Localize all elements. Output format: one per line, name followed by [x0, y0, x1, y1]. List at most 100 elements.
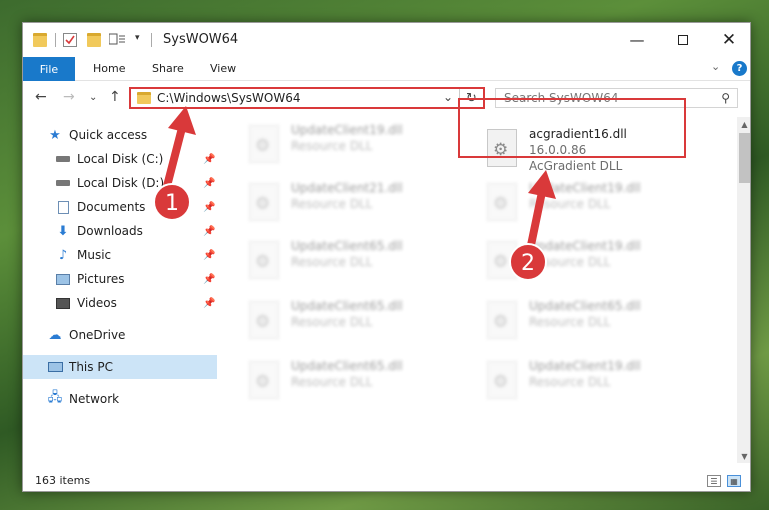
gear-icon: ⚙	[255, 312, 271, 332]
sidebar-item-label: Local Disk (C:)	[77, 152, 164, 166]
list-item[interactable]: ⚙ UpdateClient65.dll Resource DLL	[483, 295, 703, 351]
file-name: UpdateClient19.dll	[529, 239, 641, 253]
sidebar-item-network[interactable]: 🖧 Network	[23, 387, 217, 411]
help-icon[interactable]: ?	[732, 61, 747, 76]
search-icon: ⚲	[721, 91, 730, 105]
file-description: Resource DLL	[291, 255, 373, 269]
list-item[interactable]: ⚙ UpdateClient65.dll Resource DLL	[245, 355, 465, 411]
file-list: ⚙ UpdateClient19.dll Resource DLL ⚙ Upda…	[217, 117, 737, 463]
list-item[interactable]: ⚙ UpdateClient19.dll Resource DLL	[483, 355, 703, 411]
vertical-scrollbar[interactable]: ▲ ▼	[737, 117, 750, 463]
tab-home[interactable]: Home	[93, 62, 125, 75]
file-description: Resource DLL	[529, 375, 611, 389]
sidebar-item-downloads[interactable]: ⬇ Downloads 📌	[23, 219, 217, 243]
sidebar-item-videos[interactable]: Videos 📌	[23, 291, 217, 315]
pin-icon[interactable]: 📌	[203, 202, 215, 213]
file-description: AcGradient DLL	[529, 159, 623, 173]
sidebar-item-label: Documents	[77, 200, 146, 214]
star-icon: ★	[49, 127, 61, 143]
drive-icon	[55, 176, 71, 190]
file-name: UpdateClient65.dll	[291, 239, 403, 253]
scroll-down-icon[interactable]: ▼	[737, 449, 750, 463]
pin-icon[interactable]: 📌	[203, 250, 215, 261]
dll-file-icon: ⚙	[487, 241, 517, 279]
tab-share[interactable]: Share	[152, 62, 184, 75]
pin-icon[interactable]: 📌	[203, 154, 215, 165]
chevron-down-icon[interactable]: ⌄	[443, 90, 453, 104]
back-arrow-icon[interactable]: ←	[35, 89, 47, 105]
status-bar: 163 items ☰ ▦	[23, 471, 750, 491]
customize-toolbar-icon[interactable]	[108, 33, 127, 47]
tab-file[interactable]: File	[23, 57, 75, 81]
up-arrow-icon[interactable]: ↑	[109, 89, 121, 105]
pin-icon[interactable]: 📌	[203, 178, 215, 189]
recent-locations-icon[interactable]: ⌄	[89, 92, 97, 103]
pin-icon[interactable]: 📌	[203, 298, 215, 309]
sidebar-item-quick-access[interactable]: ★ Quick access	[23, 123, 217, 147]
close-button[interactable]: ✕	[706, 23, 750, 57]
expand-ribbon-icon[interactable]: ⌄	[711, 60, 720, 73]
sidebar-item-label: OneDrive	[69, 328, 126, 342]
list-item[interactable]: ⚙ UpdateClient19.dll Resource DLL	[245, 119, 465, 175]
file-name: UpdateClient65.dll	[529, 299, 641, 313]
sidebar-item-documents[interactable]: Documents 📌	[23, 195, 217, 219]
download-icon: ⬇	[57, 223, 69, 239]
properties-icon[interactable]	[63, 33, 77, 47]
scroll-thumb[interactable]	[739, 133, 750, 183]
list-item[interactable]: ⚙ UpdateClient65.dll Resource DLL	[245, 295, 465, 351]
gear-icon: ⚙	[255, 194, 271, 214]
sidebar-item-local-disk-c[interactable]: Local Disk (C:) 📌	[23, 147, 217, 171]
list-item[interactable]: ⚙ UpdateClient65.dll Resource DLL	[245, 235, 465, 291]
file-description: Resource DLL	[291, 375, 373, 389]
dropdown-arrow-icon[interactable]: ▾	[135, 33, 149, 47]
sidebar-item-pictures[interactable]: Pictures 📌	[23, 267, 217, 291]
list-item[interactable]: ⚙ UpdateClient21.dll Resource DLL	[245, 177, 465, 233]
network-icon: 🖧	[47, 390, 63, 405]
address-path[interactable]: C:\Windows\SysWOW64	[157, 91, 301, 105]
dll-file-icon: ⚙	[249, 125, 279, 163]
computer-icon	[47, 360, 63, 374]
navigation-pane: ★ Quick access Local Disk (C:) 📌 Local D…	[23, 117, 217, 463]
sidebar-item-music[interactable]: ♪ Music 📌	[23, 243, 217, 267]
details-view-icon[interactable]: ☰	[707, 475, 721, 487]
list-item[interactable]: ⚙ UpdateClient19.dll Resource DLL	[483, 235, 703, 291]
maximize-button[interactable]	[660, 23, 706, 57]
gear-icon: ⚙	[255, 252, 271, 272]
file-name: UpdateClient65.dll	[291, 359, 403, 373]
sidebar-item-label: This PC	[69, 360, 113, 374]
dll-file-icon: ⚙	[249, 301, 279, 339]
maximize-icon	[678, 35, 688, 45]
dll-file-icon: ⚙	[249, 183, 279, 221]
file-description: Resource DLL	[291, 197, 373, 211]
sidebar-item-label: Pictures	[77, 272, 125, 286]
dll-file-icon: ⚙	[249, 361, 279, 399]
file-description: Resource DLL	[529, 315, 611, 329]
sidebar-item-label: Music	[77, 248, 112, 262]
forward-arrow-icon[interactable]: →	[63, 89, 75, 105]
sidebar-item-this-pc[interactable]: This PC	[23, 355, 217, 379]
gear-icon: ⚙	[493, 372, 509, 392]
ribbon: File Home Share View ⌄ ?	[23, 57, 750, 81]
sidebar-item-label: Quick access	[69, 128, 148, 142]
minimize-button[interactable]: —	[614, 23, 660, 57]
file-description: Resource DLL	[291, 139, 373, 153]
file-description: Resource DLL	[291, 315, 373, 329]
sidebar-item-onedrive[interactable]: ☁ OneDrive	[23, 323, 217, 347]
new-folder-icon[interactable]	[87, 33, 101, 47]
pin-icon[interactable]: 📌	[203, 226, 215, 237]
file-name: UpdateClient19.dll	[529, 181, 641, 195]
dll-file-icon: ⚙	[487, 301, 517, 339]
list-item[interactable]: ⚙ UpdateClient19.dll Resource DLL	[483, 177, 703, 233]
sidebar-item-local-disk-d[interactable]: Local Disk (D:) 📌	[23, 171, 217, 195]
address-bar[interactable]: C:\Windows\SysWOW64 ⌄ ↻	[129, 87, 485, 109]
file-description: Resource DLL	[529, 197, 611, 211]
tab-view[interactable]: View	[210, 62, 236, 75]
gear-icon: ⚙	[493, 252, 509, 272]
scroll-up-icon[interactable]: ▲	[737, 117, 750, 131]
sidebar-item-label: Videos	[77, 296, 117, 310]
sidebar-item-label: Local Disk (D:)	[77, 176, 165, 190]
cloud-icon: ☁	[48, 327, 62, 343]
divider	[55, 33, 56, 47]
pin-icon[interactable]: 📌	[203, 274, 215, 285]
large-icons-view-icon[interactable]: ▦	[727, 475, 741, 487]
